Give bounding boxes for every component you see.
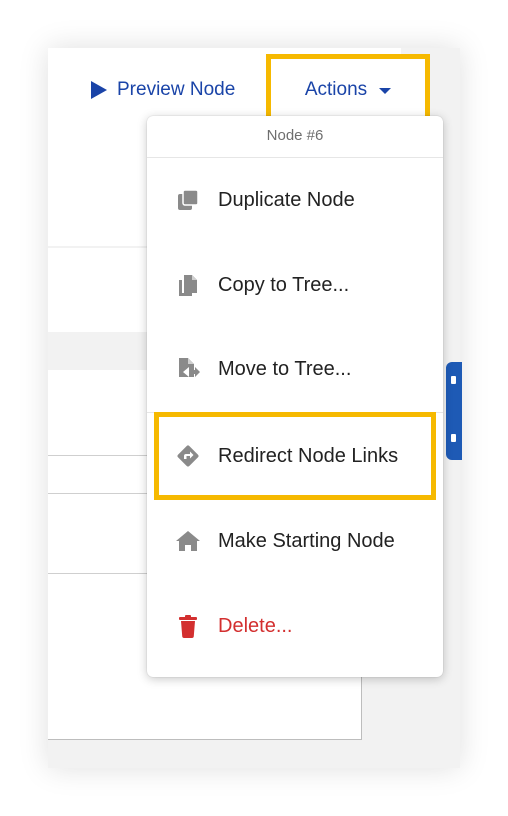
- actions-label: Actions: [304, 79, 368, 100]
- menu-item-redirect-node-links[interactable]: Redirect Node Links: [147, 432, 443, 480]
- menu-item-label: Copy to Tree...: [218, 273, 350, 296]
- menu-item-delete[interactable]: Delete...: [147, 602, 443, 650]
- caret-down-icon: [379, 88, 392, 94]
- move-file-icon: [175, 356, 201, 382]
- menu-item-copy-to-tree[interactable]: Copy to Tree...: [147, 261, 443, 309]
- preview-node-label: Preview Node: [117, 79, 236, 100]
- menu-item-label: Duplicate Node: [218, 188, 355, 211]
- menu-header: Node #6: [147, 116, 443, 158]
- menu-item-label: Delete...: [218, 614, 293, 637]
- home-icon: [175, 528, 201, 554]
- menu-item-label: Move to Tree...: [218, 357, 352, 380]
- trash-icon: [175, 613, 201, 639]
- preview-node-button[interactable]: Preview Node: [88, 74, 235, 106]
- play-icon: [91, 81, 107, 99]
- menu-item-duplicate-node[interactable]: Duplicate Node: [147, 176, 443, 224]
- menu-divider: [147, 412, 443, 413]
- menu-item-move-to-tree[interactable]: Move to Tree...: [147, 345, 443, 393]
- duplicate-icon: [175, 187, 201, 213]
- copy-file-icon: [175, 272, 201, 298]
- menu-item-make-starting-node[interactable]: Make Starting Node: [147, 517, 443, 565]
- menu-item-label: Redirect Node Links: [218, 444, 399, 467]
- actions-dropdown-menu: Node #6 Duplicate Node Copy to Tree... M…: [147, 116, 443, 677]
- menu-item-label: Make Starting Node: [218, 529, 395, 552]
- side-feedback-tab[interactable]: [446, 362, 462, 460]
- redirect-diamond-icon: [175, 443, 201, 469]
